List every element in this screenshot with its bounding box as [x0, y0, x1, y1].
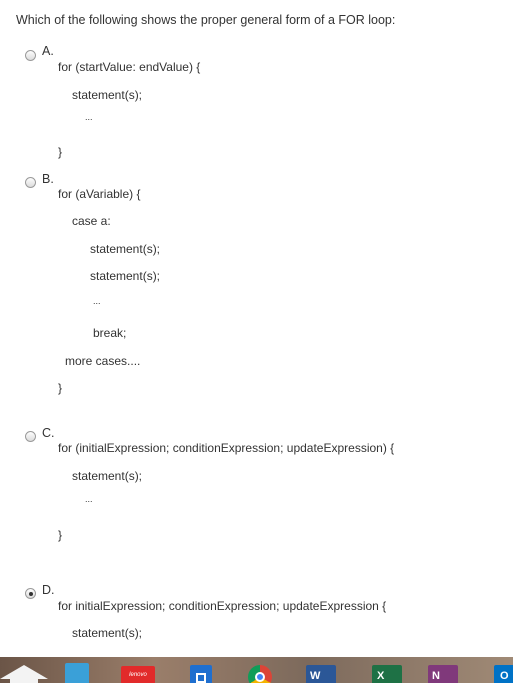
option-c-radio[interactable]	[25, 431, 36, 442]
option-b-line: statement(s);	[90, 242, 161, 256]
lenovo-icon[interactable]: lenovo	[121, 666, 155, 683]
option-d-line: statement(s);	[72, 626, 143, 640]
option-d-line: for initialExpression; conditionExpressi…	[58, 599, 387, 613]
option-b-radio[interactable]	[25, 177, 36, 188]
shopping-cart-icon[interactable]	[65, 663, 89, 683]
square-app-icon[interactable]	[190, 665, 212, 683]
option-a-line: ...	[85, 112, 93, 122]
option-b-line: more cases....	[65, 354, 141, 368]
outlook-icon[interactable]: O	[494, 665, 513, 683]
onenote-icon[interactable]: N	[428, 665, 458, 683]
option-a-letter: A.	[42, 44, 54, 58]
option-a-radio[interactable]	[25, 50, 36, 61]
option-b-line: }	[58, 381, 63, 395]
chrome-icon[interactable]	[248, 665, 272, 683]
option-a-line: for (startValue: endValue) {	[58, 60, 201, 74]
word-icon[interactable]: W	[306, 665, 336, 683]
option-c-line: for (initialExpression; conditionExpress…	[58, 441, 395, 455]
option-d-letter: D.	[42, 583, 55, 597]
option-c-line: }	[58, 528, 63, 542]
option-c-letter: C.	[42, 426, 55, 440]
option-a-line: }	[58, 145, 63, 159]
option-d-radio[interactable]	[25, 588, 36, 599]
option-b-line: for (aVariable) {	[58, 187, 141, 201]
option-b-letter: B.	[42, 172, 54, 186]
option-c-line: ...	[85, 494, 93, 504]
excel-icon[interactable]: X	[372, 665, 402, 683]
option-c-line: statement(s);	[72, 469, 143, 483]
option-b-line: ...	[93, 296, 101, 306]
option-b-line: case a:	[72, 214, 111, 228]
option-b-line: statement(s);	[90, 269, 161, 283]
home-icon-body[interactable]	[10, 675, 38, 683]
option-b-line: break;	[93, 326, 127, 340]
option-a-line: statement(s);	[72, 88, 143, 102]
question-text: Which of the following shows the proper …	[16, 13, 396, 27]
taskbar: lenovo W X N O	[0, 657, 513, 683]
